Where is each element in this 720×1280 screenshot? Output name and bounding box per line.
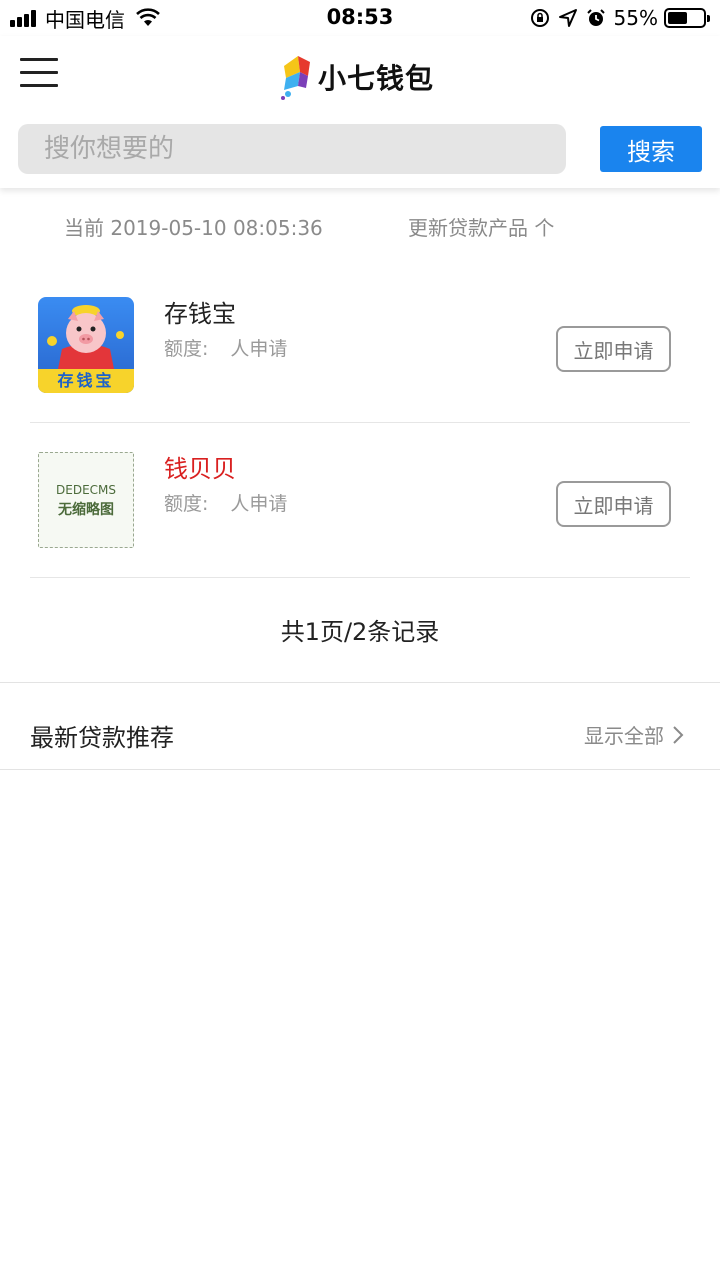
apply-button[interactable]: 立即申请 xyxy=(556,326,671,372)
status-right: 55% xyxy=(522,5,710,31)
chevron-right-icon xyxy=(673,725,684,744)
menu-button[interactable] xyxy=(20,58,58,88)
logo-text: 小七钱包 xyxy=(318,62,435,95)
app-logo: 小七钱包 xyxy=(278,52,434,102)
update-count: 更新贷款产品 个 xyxy=(408,216,555,240)
placeholder-line-2: 无缩略图 xyxy=(58,502,114,518)
recommend-title: 最新贷款推荐 xyxy=(30,724,174,752)
battery-percent: 55% xyxy=(613,6,658,30)
product-item[interactable]: DEDECMS 无缩略图 钱贝贝 额度: 人申请 立即申请 xyxy=(30,423,690,578)
section-divider xyxy=(0,769,720,770)
status-bar: 中国电信 08:53 55% xyxy=(0,0,720,36)
location-icon xyxy=(558,9,577,27)
product-name[interactable]: 存钱宝 xyxy=(164,294,236,329)
product-meta: 额度: 人申请 xyxy=(164,334,287,361)
applicant-count: 人申请 xyxy=(230,338,288,360)
quota-label: 额度: xyxy=(164,338,209,360)
product-thumbnail[interactable]: 存钱宝 xyxy=(38,297,134,393)
pagination-info: 共1页/2条记录 xyxy=(280,618,440,646)
alarm-icon xyxy=(586,9,605,26)
apply-button[interactable]: 立即申请 xyxy=(556,481,671,527)
product-name[interactable]: 钱贝贝 xyxy=(164,449,236,484)
app-header: 小七钱包 搜索 xyxy=(0,36,720,188)
placeholder-line-1: DEDECMS xyxy=(56,483,116,497)
logo-icon xyxy=(281,56,310,100)
product-item[interactable]: 存钱宝 存钱宝 额度: 人申请 立即申请 xyxy=(30,268,690,423)
battery-icon xyxy=(664,8,710,28)
update-info: 当前 2019-05-10 08:05:36 更新贷款产品 个 xyxy=(0,212,720,242)
product-thumbnail[interactable]: DEDECMS 无缩略图 xyxy=(38,452,134,548)
quota-label: 额度: xyxy=(164,493,209,515)
update-time: 当前 2019-05-10 08:05:36 xyxy=(64,216,323,240)
section-divider xyxy=(0,682,720,683)
show-all-link[interactable]: 显示全部 xyxy=(584,720,684,749)
orientation-lock-icon xyxy=(530,9,549,27)
applicant-count: 人申请 xyxy=(230,493,288,515)
show-all-label: 显示全部 xyxy=(584,724,664,748)
pig-icon xyxy=(47,305,124,369)
search-input[interactable] xyxy=(18,124,566,174)
thumbnail-caption: 存钱宝 xyxy=(38,369,134,393)
search-button[interactable]: 搜索 xyxy=(600,126,702,172)
product-meta: 额度: 人申请 xyxy=(164,489,287,516)
